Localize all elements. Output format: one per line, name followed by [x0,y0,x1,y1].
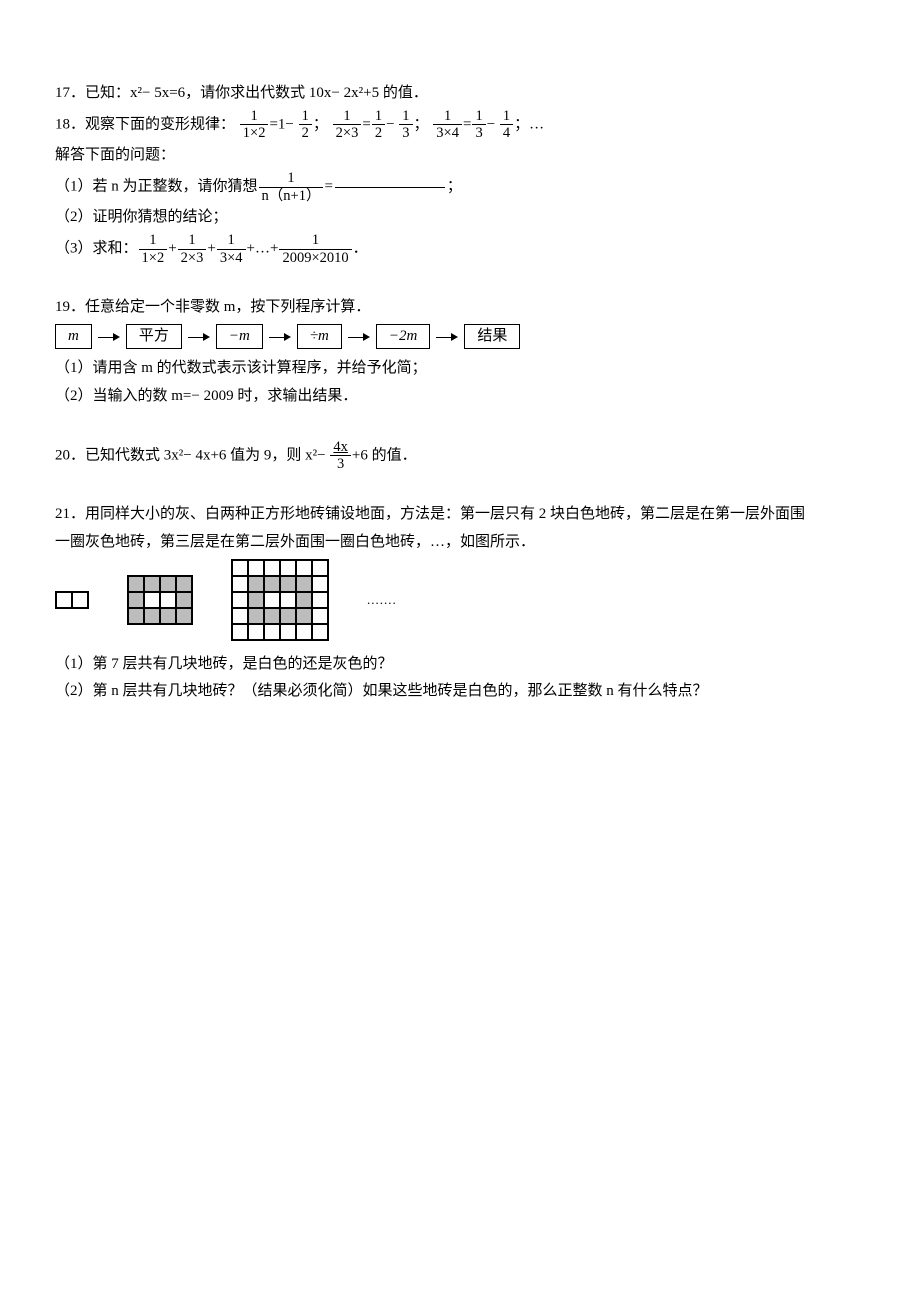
tile-layer-3 [231,559,329,641]
q20-a: 已知代数式 3x²− 4x+6 值为 9，则 x²− [85,447,326,463]
arrow-icon [436,332,458,342]
sep1: ； [313,116,328,132]
q21-line2: 一圈灰色地砖，第三层是在第二层外面围一圈白色地砖，…，如图所示． [55,529,865,557]
dots: +…+ [247,241,279,257]
tail: ；… [514,116,544,132]
frac-4x-3: 4x3 [330,439,351,473]
q19-p2: （2）当输入的数 m=− 2009 时，求输出结果． [55,383,865,411]
s4: 12009×2010 [279,232,351,266]
frac-1-1x2: 11×2 [240,108,269,142]
blank-answer [335,187,445,188]
q21-p1: （1）第 7 层共有几块地砖，是白色的还是灰色的？ [55,651,865,679]
q19-p1: （1）请用含 m 的代数式表示该计算程序，并给予化简； [55,355,865,383]
flow-box-result: 结果 [464,324,520,349]
flow-box-minus-2m: −2m [376,324,430,349]
frac-1-nn1: 1n（n+1） [259,170,324,204]
frac-1-2: 12 [299,108,312,142]
eq3: = [463,116,471,132]
period: ． [353,241,368,257]
q18-p2: （2）证明你猜想的结论； [55,204,865,232]
q18-lead: 观察下面的变形规律： [85,116,235,132]
q17-text: 已知：x²− 5x=6，请你求出代数式 10x− 2x²+5 的值． [85,85,428,101]
q20: 20．已知代数式 3x²− 4x+6 值为 9，则 x²− 4x3+6 的值． [55,439,865,473]
q17: 17．已知：x²− 5x=6，请你求出代数式 10x− 2x²+5 的值． [55,80,865,108]
frac-1-2b: 12 [372,108,385,142]
q18-p1: （1）若 n 为正整数，请你猜想1n（n+1）= ； [55,170,865,204]
ellipsis-dots: ....... [367,588,397,612]
arrow-icon [348,332,370,342]
tile-layer-1 [55,591,89,609]
tile-figure: ....... [55,559,865,641]
q18-line1: 18．观察下面的变形规律： 11×2=1− 12； 12×3=12− 13； 1… [55,108,865,142]
sep2: ； [414,116,429,132]
frac-1-2x3: 12×3 [333,108,362,142]
frac-1-4: 14 [500,108,513,142]
q18-line2: 解答下面的问题： [55,142,865,170]
s1: 11×2 [139,232,168,266]
q21-line1: 21．用同样大小的灰、白两种正方形地砖铺设地面，方法是：第一层只有 2 块白色地… [55,501,865,529]
q18-p3-a: （3）求和： [55,241,138,257]
arrow-icon [98,332,120,342]
q19-line1: 19．任意给定一个非零数 m，按下列程序计算． [55,294,865,322]
flow-box-m: m [55,324,92,349]
q18-p1-b: = [324,178,332,194]
flow-box-square: 平方 [126,324,182,349]
plus1: + [168,241,176,257]
q18-num: 18 [55,116,70,132]
flow-box-minus-m: −m [216,324,263,349]
q21-num: 21 [55,506,70,522]
tile-layer-2 [127,575,193,625]
eq2: = [362,116,370,132]
q17-num: 17 [55,85,70,101]
q18-p1-a: （1）若 n 为正整数，请你猜想 [55,178,258,194]
q21-p2: （2）第 n 层共有几块地砖？（结果必须化简）如果这些地砖是白色的，那么正整数 … [55,678,865,706]
q19-text: 任意给定一个非零数 m，按下列程序计算． [85,299,370,315]
s2: 12×3 [178,232,207,266]
q19-num: 19 [55,299,70,315]
plus2: + [207,241,215,257]
q20-b: +6 的值． [352,447,417,463]
q18-p1-c: ； [447,178,462,194]
frac-1-3x4: 13×4 [433,108,462,142]
arrow-icon [188,332,210,342]
eq1: =1− [269,116,293,132]
minus2: − [487,116,495,132]
s3: 13×4 [217,232,246,266]
frac-1-3: 13 [399,108,412,142]
frac-1-3b: 13 [472,108,485,142]
minus1: − [386,116,394,132]
q21-l1: 用同样大小的灰、白两种正方形地砖铺设地面，方法是：第一层只有 2 块白色地砖，第… [85,506,805,522]
flowchart: m 平方 −m ÷m −2m 结果 [55,324,865,349]
flow-box-div-m: ÷m [297,324,342,349]
q18-p3: （3）求和：11×2+12×3+13×4+…+12009×2010． [55,232,865,266]
q20-num: 20 [55,447,70,463]
arrow-icon [269,332,291,342]
